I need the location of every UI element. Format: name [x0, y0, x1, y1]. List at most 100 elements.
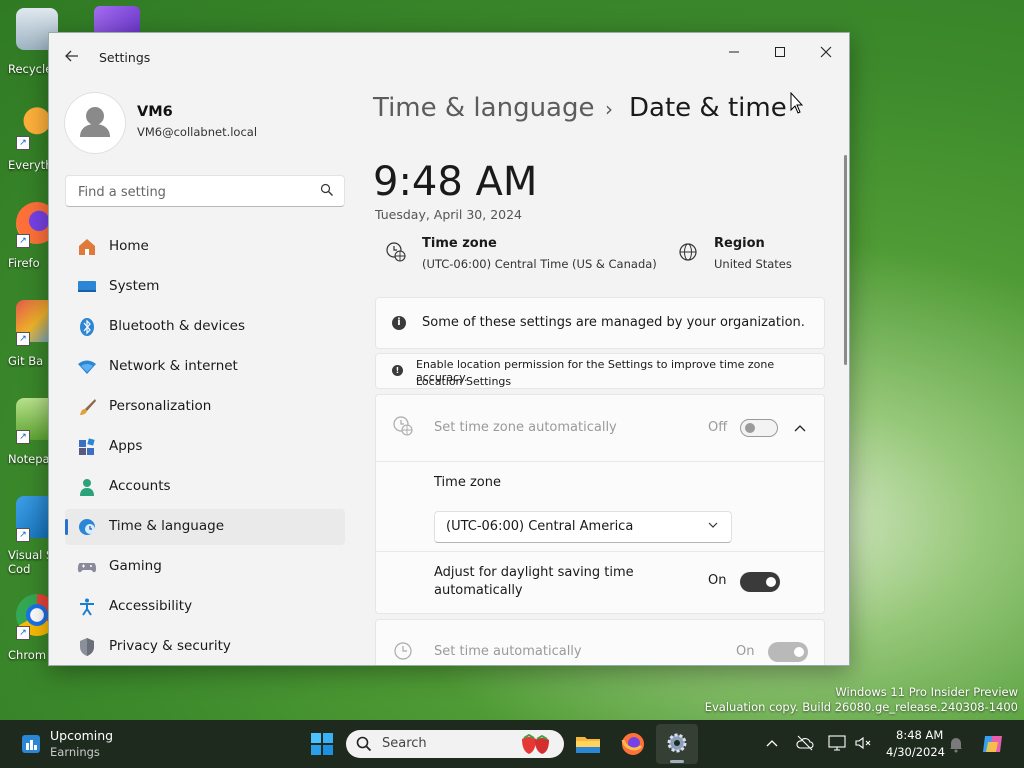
globe-clock-icon: [79, 519, 95, 535]
bluetooth-icon: [80, 318, 94, 336]
nav-item-time-language[interactable]: Time & language: [65, 509, 345, 545]
nav-item-accessibility[interactable]: Accessibility: [65, 589, 345, 625]
managed-notice-text: Some of these settings are managed by yo…: [422, 315, 805, 330]
nav-label: Gaming: [109, 558, 162, 574]
account-icon: [80, 479, 94, 496]
chevron-up-icon[interactable]: [766, 738, 778, 748]
auto-timezone-toggle[interactable]: [740, 419, 778, 437]
divider: [376, 461, 824, 462]
nav-item-gaming[interactable]: Gaming: [65, 549, 345, 585]
accessibility-icon: [80, 598, 94, 616]
timezone-section-label: Time zone: [434, 475, 501, 490]
nav-label: Home: [109, 238, 149, 254]
nav-item-privacy[interactable]: Privacy & security: [65, 629, 345, 665]
shortcut-arrow-icon: ↗: [16, 528, 30, 542]
display-icon[interactable]: [828, 734, 846, 752]
user-icon: [80, 107, 110, 137]
settings-window: Settings VM6 VM6@collabnet.local Home Sy…: [48, 32, 850, 666]
minimize-button[interactable]: [711, 39, 757, 69]
widget-title[interactable]: Upcoming: [50, 728, 113, 743]
nav-item-system[interactable]: System: [65, 269, 345, 305]
globe-icon: [679, 243, 697, 261]
stock-widget-icon[interactable]: [20, 733, 42, 755]
auto-time-label: Set time automatically: [434, 644, 582, 659]
settings-search[interactable]: [65, 175, 345, 207]
notification-bell-icon[interactable]: [948, 735, 964, 753]
home-icon: [79, 239, 95, 255]
location-settings-link[interactable]: Location Settings: [416, 375, 511, 388]
avatar[interactable]: [65, 93, 125, 153]
gamepad-icon: [77, 563, 97, 573]
chevron-up-icon[interactable]: [794, 423, 806, 433]
nav-item-accounts[interactable]: Accounts: [65, 469, 345, 505]
timezone-value: (UTC-06:00) Central Time (US & Canada): [422, 257, 657, 271]
current-time: 9:48 AM: [373, 159, 538, 205]
watermark-line2: Evaluation copy. Build 26080.ge_release.…: [704, 700, 1018, 714]
nav-item-personalization[interactable]: Personalization: [65, 389, 345, 425]
mouse-cursor-icon: [790, 92, 804, 114]
breadcrumb-parent[interactable]: Time & language: [373, 93, 594, 123]
taskbar-search-label: Search: [382, 736, 427, 751]
wifi-icon: [78, 360, 96, 374]
nav-item-home[interactable]: Home: [65, 229, 345, 265]
shortcut-arrow-icon: ↗: [16, 332, 30, 346]
nav-label: Privacy & security: [109, 638, 231, 654]
clock-date[interactable]: 4/30/2024: [886, 745, 945, 759]
auto-timezone-label: Set time zone automatically: [434, 420, 617, 435]
nav-label: System: [109, 278, 160, 294]
clock-time[interactable]: 8:48 AM: [896, 728, 943, 742]
clock-icon: [394, 642, 412, 660]
copilot-icon[interactable]: [980, 732, 1006, 756]
managed-notice-card: i Some of these settings are managed by …: [375, 297, 825, 349]
nav-label: Accounts: [109, 478, 171, 494]
current-date: Tuesday, April 30, 2024: [375, 207, 523, 222]
breadcrumb-separator: ›: [605, 97, 613, 121]
info-icon: !: [392, 365, 403, 376]
windows-watermark: Windows 11 Pro Insider Preview Evaluatio…: [705, 685, 1018, 715]
cloud-offline-icon[interactable]: [796, 734, 814, 752]
settings-taskbar-button[interactable]: [656, 724, 698, 764]
minimize-icon: [729, 51, 739, 53]
location-notice-card: ! Enable location permission for the Set…: [375, 353, 825, 389]
maximize-button[interactable]: [757, 39, 803, 69]
start-button-icon[interactable]: [308, 730, 336, 758]
volume-muted-icon[interactable]: [854, 734, 872, 752]
search-input[interactable]: [76, 181, 310, 203]
profile-name: VM6: [137, 104, 173, 120]
firefox-icon[interactable]: [619, 730, 647, 758]
shortcut-arrow-icon: ↗: [16, 430, 30, 444]
region-value: United States: [714, 257, 792, 271]
profile-email: VM6@collabnet.local: [137, 125, 258, 139]
close-icon: [820, 46, 832, 58]
nav-item-bluetooth[interactable]: Bluetooth & devices: [65, 309, 345, 345]
timezone-title: Time zone: [422, 236, 497, 251]
nav-label: Bluetooth & devices: [109, 318, 246, 334]
dst-label-line2: automatically: [434, 583, 523, 598]
auto-time-card: Set time automatically On: [375, 619, 825, 665]
region-title: Region: [714, 236, 765, 251]
title-bar[interactable]: Settings: [49, 33, 849, 81]
window-title: Settings: [99, 50, 151, 65]
search-icon: [320, 183, 333, 196]
search-icon: [356, 736, 372, 752]
system-icon: [78, 281, 96, 292]
shortcut-arrow-icon: ↗: [16, 626, 30, 640]
auto-time-toggle[interactable]: [768, 642, 808, 662]
auto-timezone-expander: Set time zone automatically Off Time zon…: [375, 394, 825, 614]
file-explorer-icon[interactable]: [574, 730, 602, 758]
back-arrow-icon: [65, 50, 78, 62]
taskbar-search[interactable]: Search: [346, 730, 564, 758]
dst-toggle[interactable]: [740, 572, 780, 592]
nav-label: Apps: [109, 438, 143, 454]
nav-item-network[interactable]: Network & internet: [65, 349, 345, 385]
shield-icon: [80, 638, 94, 656]
content-scrollbar[interactable]: [844, 155, 847, 365]
page-title: Date & time: [629, 93, 787, 123]
nav-item-apps[interactable]: Apps: [65, 429, 345, 465]
close-button[interactable]: [803, 39, 849, 69]
watermark-line1: Windows 11 Pro Insider Preview: [835, 685, 1018, 699]
timezone-dropdown[interactable]: (UTC-06:00) Central America: [434, 511, 732, 543]
dst-label-line1: Adjust for daylight saving time: [434, 565, 634, 580]
back-button[interactable]: [61, 47, 83, 69]
shortcut-arrow-icon: ↗: [16, 136, 30, 150]
